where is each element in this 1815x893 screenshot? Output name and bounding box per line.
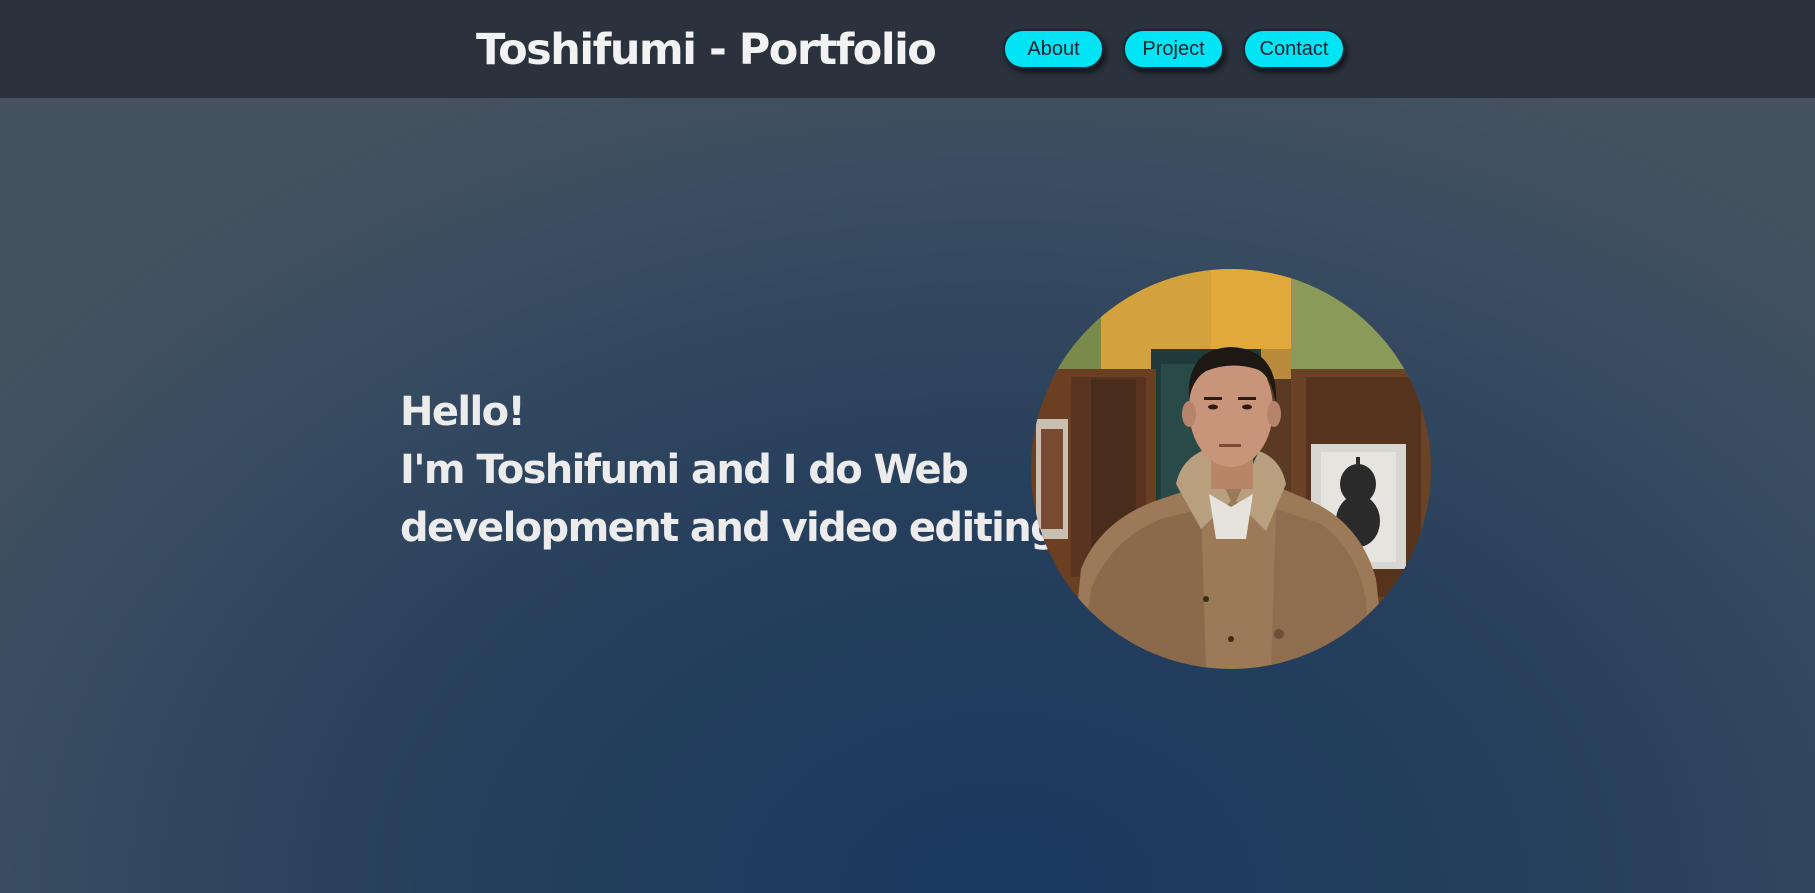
- hero-heading: Hello! I'm Toshifumi and I do Web develo…: [400, 383, 1072, 557]
- hero-greeting: Hello!: [400, 389, 526, 435]
- profile-photo-image: [1031, 269, 1431, 669]
- nav-project-button[interactable]: Project: [1123, 29, 1224, 69]
- nav-about-button[interactable]: About: [1003, 29, 1104, 69]
- hero-line-2: development and video editing.: [400, 505, 1072, 551]
- site-title: Toshifumi - Portfolio: [476, 25, 937, 75]
- hero-line-1: I'm Toshifumi and I do Web: [400, 447, 969, 493]
- navbar: Toshifumi - Portfolio About Project Cont…: [0, 0, 1815, 98]
- profile-photo: [1031, 269, 1431, 669]
- nav-contact-button[interactable]: Contact: [1243, 29, 1345, 69]
